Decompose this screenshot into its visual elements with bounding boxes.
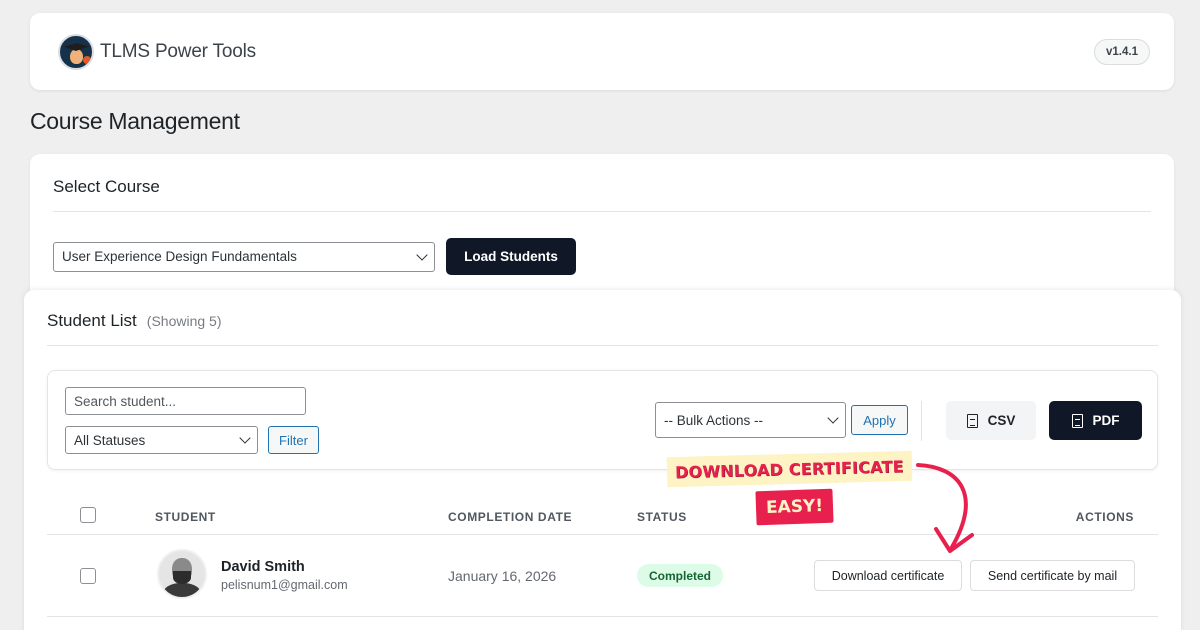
avatar xyxy=(157,549,207,599)
version-badge: v1.4.1 xyxy=(1094,38,1150,65)
page-title: Course Management xyxy=(30,108,240,134)
column-completion-date[interactable]: COMPLETION DATE xyxy=(448,510,572,524)
toolbar-divider xyxy=(921,401,922,441)
status-badge: Completed xyxy=(637,564,724,587)
column-actions: ACTIONS xyxy=(1075,510,1134,524)
bulk-actions-select[interactable]: -- Bulk Actions -- xyxy=(655,402,846,438)
load-students-button[interactable]: Load Students xyxy=(446,238,576,275)
course-select[interactable]: User Experience Design Fundamentals xyxy=(53,241,435,272)
brand[interactable]: TLMS Power Tools xyxy=(58,33,256,70)
list-toolbar: Search student... All Statuses Filter --… xyxy=(47,370,1158,470)
app-header: TLMS Power Tools v1.4.1 xyxy=(30,13,1174,90)
course-select-value: User Experience Design Fundamentals xyxy=(62,249,297,264)
student-count: (Showing 5) xyxy=(146,313,222,329)
annotation-easy: EASY! xyxy=(755,488,834,526)
annotation-download-certificate: DOWNLOAD CERTIFICATE xyxy=(666,450,913,488)
table-header: STUDENT COMPLETION DATE STATUS ACTIONS xyxy=(47,493,1158,535)
status-filter-select[interactable]: All Statuses xyxy=(65,426,258,454)
student-name: David Smith xyxy=(221,559,305,575)
chevron-down-icon xyxy=(239,432,251,444)
column-status[interactable]: STATUS xyxy=(637,510,687,524)
student-list-card: Student List (Showing 5) Search student.… xyxy=(24,290,1181,630)
chevron-down-icon xyxy=(827,412,839,424)
select-all-checkbox[interactable] xyxy=(80,507,96,523)
search-input[interactable]: Search student... xyxy=(65,387,306,415)
document-icon xyxy=(1071,413,1083,428)
completion-date: January 16, 2026 xyxy=(448,568,557,584)
select-course-title: Select Course xyxy=(53,154,1151,212)
download-certificate-button[interactable]: Download certificate xyxy=(814,560,962,591)
export-csv-button[interactable]: CSV xyxy=(946,401,1036,440)
export-pdf-button[interactable]: PDF xyxy=(1049,401,1142,440)
student-email: pelisnum1@gmail.com xyxy=(221,578,348,592)
csv-label: CSV xyxy=(987,413,1016,428)
brand-name: TLMS Power Tools xyxy=(100,40,256,62)
document-icon xyxy=(966,413,978,428)
apply-button[interactable]: Apply xyxy=(851,405,908,435)
column-student[interactable]: STUDENT xyxy=(155,510,216,524)
chevron-down-icon xyxy=(416,248,428,261)
logo-icon xyxy=(58,33,94,70)
search-placeholder: Search student... xyxy=(74,393,177,409)
select-course-card: Select Course User Experience Design Fun… xyxy=(30,154,1174,294)
annotation-arrow-icon xyxy=(916,463,974,553)
status-filter-value: All Statuses xyxy=(74,432,146,448)
student-list-title: Student List xyxy=(47,311,137,330)
send-certificate-mail-button[interactable]: Send certificate by mail xyxy=(970,560,1135,591)
filter-button[interactable]: Filter xyxy=(268,426,319,454)
table-row: David Smith pelisnum1@gmail.com January … xyxy=(47,535,1158,617)
pdf-label: PDF xyxy=(1092,413,1120,428)
bulk-actions-value: -- Bulk Actions -- xyxy=(664,412,764,428)
row-checkbox[interactable] xyxy=(80,568,96,584)
